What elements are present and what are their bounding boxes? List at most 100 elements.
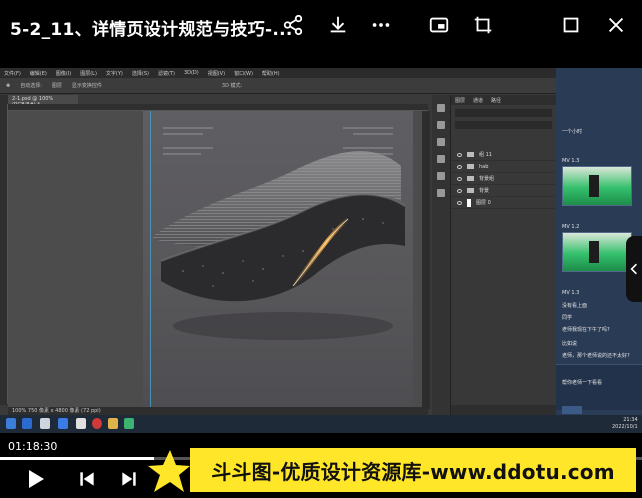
ps-menu-bar: 文件(F) 编辑(E) 图像(I) 图层(L) 文字(Y) 选择(S) 滤镜(T… [0,68,556,78]
taskbar-clock: 21:34 2022/10/1 [612,417,638,431]
ps-menu-item[interactable]: 选择(S) [132,70,149,77]
product-render-image [153,127,406,340]
app-icon[interactable] [92,418,102,429]
ps-status-bar: 100% 750 像素 x 4800 像素 (72 ppi) [8,407,428,415]
eye-icon[interactable] [457,188,462,193]
ps-menu-item[interactable]: 图像(I) [56,70,71,77]
pip-icon[interactable] [426,12,452,38]
current-time: 01:18:30 [8,440,58,453]
video-frame[interactable]: 文件(F) 编辑(E) 图像(I) 图层(L) 文字(Y) 选择(S) 滤镜(T… [0,68,642,433]
ps-layers-panel: 图层 通道 路径 组 11 hab 背景组 背景 图层 0 [450,95,556,415]
app-icon[interactable] [40,418,50,429]
more-icon[interactable] [368,12,394,38]
layer-name: hab [479,163,489,170]
next-button[interactable] [116,466,142,492]
layer-name: 背景组 [479,176,495,182]
close-icon[interactable] [603,12,629,38]
chevron-left-icon [630,263,637,275]
ps-options-bar: ✥ 自动选择: 图层 显示变换控件 3D 模式: [0,78,556,94]
crop-icon[interactable] [470,12,496,38]
layer-row[interactable]: 背景 [451,185,556,197]
ps-option-label[interactable]: 显示变换控件 [72,82,102,89]
side-panel-handle[interactable] [626,236,642,302]
clock-time: 21:34 [623,417,638,423]
history-icon[interactable] [437,104,445,112]
swatches-icon[interactable] [437,138,445,146]
blend-mode-select[interactable] [455,121,552,129]
star-logo [148,450,190,492]
chat-message: 比如说 [562,341,578,347]
paragraph-icon[interactable] [437,155,445,163]
ps-option-label[interactable]: 图层 [52,82,62,89]
prev-icon [80,472,94,486]
eye-icon[interactable] [457,152,462,157]
layer-row[interactable]: 组 11 [451,149,556,161]
tab-layers[interactable]: 图层 [455,97,465,104]
chat-input-text: 帮你老师一下看看 [562,380,603,386]
ps-ruler-horizontal [8,104,428,111]
layer-row[interactable]: hab [451,161,556,173]
ps-document-tab[interactable]: 2-1.psd @ 100%(RGB/8#) * [8,95,78,108]
ps-menu-item[interactable]: 帮助(H) [262,70,280,77]
chat-image[interactable] [562,232,632,272]
eye-icon[interactable] [457,176,462,181]
share-icon[interactable] [280,12,306,38]
eye-icon[interactable] [457,200,462,205]
app-icon[interactable] [58,418,68,429]
chat-image[interactable] [562,166,632,206]
layer-filter-input[interactable] [455,109,552,117]
ps-ruler-vertical [0,104,8,404]
layer-name: 组 11 [479,152,492,158]
video-title: 5-2_11、详情页设计规范与技巧-... [10,20,293,40]
chat-message: 老师我现在下午了吗? [562,327,610,333]
send-button[interactable] [562,406,582,414]
folder-icon[interactable] [108,418,118,429]
previous-button[interactable] [74,466,100,492]
folder-icon [467,152,474,157]
progress-fill [0,457,155,460]
layer-thumbnail [467,198,471,207]
layer-row[interactable]: 图层 0 [451,197,556,209]
ps-option-label[interactable]: 自动选择: [20,82,42,89]
ps-vertical-scrollbar[interactable] [422,111,430,409]
layers-panel-tabs: 图层 通道 路径 [451,95,556,105]
maximize-icon[interactable] [558,12,584,38]
tab-paths[interactable]: 路径 [491,97,501,104]
artboard [143,111,413,409]
folder-icon [467,188,474,193]
ps-canvas[interactable] [8,111,428,409]
layer-name: 背景 [479,188,490,194]
chat-message: MV 1.3 [562,290,580,296]
chat-input[interactable]: 帮你老师一下看看 [556,364,642,410]
ps-menu-item[interactable]: 3D(D) [184,70,199,76]
layer-row[interactable]: 背景组 [451,173,556,185]
adjustments-icon[interactable] [437,189,445,197]
windows-taskbar: 21:34 2022/10/1 [0,415,642,433]
ps-menu-item[interactable]: 窗口(W) [234,70,253,77]
ps-menu-item[interactable]: 视图(V) [208,70,225,77]
chat-message: 一个小时 [562,129,583,135]
ps-menu-item[interactable]: 图层(L) [80,70,97,77]
app-icon[interactable] [124,418,134,429]
start-icon[interactable] [6,418,16,429]
photoshop-icon[interactable] [22,418,32,429]
ps-menu-item[interactable]: 滤镜(T) [158,70,175,77]
ps-menu-item[interactable]: 编辑(E) [30,70,47,77]
ps-menu-item[interactable]: 文字(Y) [106,70,123,77]
download-icon[interactable] [325,12,351,38]
eye-icon[interactable] [457,164,462,169]
move-tool-icon[interactable]: ✥ [6,83,10,89]
folder-icon [467,164,474,169]
ps-option-label[interactable]: 3D 模式: [222,82,242,89]
play-button[interactable] [22,466,48,492]
app-icon[interactable] [76,418,86,429]
character-icon[interactable] [437,172,445,180]
chat-message: MV 1.3 [562,158,580,164]
player-top-bar: 5-2_11、详情页设计规范与技巧-... [0,0,642,54]
clock-date: 2022/10/1 [612,424,638,430]
play-icon [29,470,44,488]
tab-channels[interactable]: 通道 [473,97,483,104]
ps-menu-item[interactable]: 文件(F) [4,70,21,77]
brush-icon[interactable] [437,121,445,129]
chat-message: 同学 [562,315,573,321]
